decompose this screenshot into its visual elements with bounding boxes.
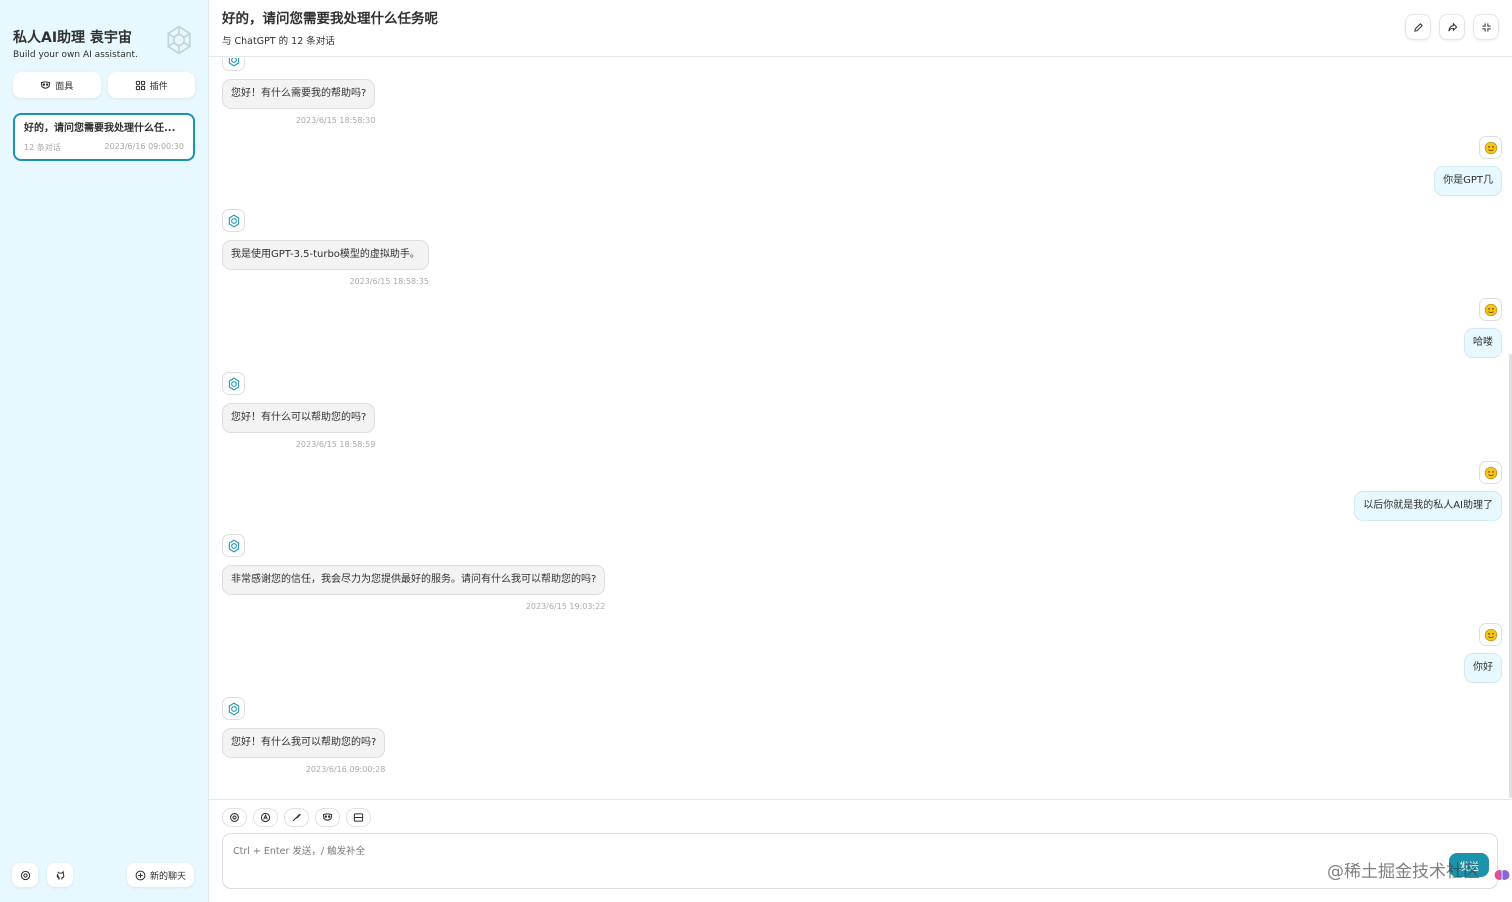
bot-avatar <box>222 372 245 395</box>
message-time: 2023/6/15 18:58:30 <box>295 116 376 125</box>
openai-logo-icon <box>228 214 239 227</box>
brain-icon[interactable] <box>1494 867 1510 883</box>
sidebar-tools: 面具 插件 <box>13 72 195 98</box>
message-user: 以后你就是我的私人AI助理了 <box>1354 461 1502 521</box>
chat-settings-button[interactable] <box>222 808 247 827</box>
message-bot: 您好！有什么需要我的帮助吗? 2023/6/15 18:58:30 <box>222 58 376 125</box>
sidebar-header: 私人AI助理 袁宇宙 Build your own AI assistant. <box>13 0 195 72</box>
message-bubble: 你好 <box>1464 653 1502 683</box>
new-chat-label: 新的聊天 <box>149 871 186 882</box>
bot-avatar <box>222 209 245 232</box>
prompt-button[interactable] <box>284 808 309 827</box>
edit-title-button[interactable] <box>1405 14 1431 40</box>
openai-logo-icon <box>228 58 239 66</box>
composer: Ctrl + Enter 发送，/ 触发补全 发送 @稀土掘金技术社区 <box>209 799 1512 902</box>
new-chat-button[interactable]: 新的聊天 <box>126 863 194 887</box>
break-icon <box>353 813 364 822</box>
openai-logo-icon <box>228 702 239 715</box>
chat-subtitle: 与 ChatGPT 的 12 条对话 <box>222 36 335 47</box>
mask-icon <box>41 80 51 89</box>
chat-item-count: 12 条对话 <box>24 143 61 152</box>
chat-item-time: 2023/6/16 09:00:30 <box>104 142 185 151</box>
message-bubble: 哈喽 <box>1464 328 1502 358</box>
mask-button[interactable] <box>315 808 340 827</box>
clear-context-button[interactable] <box>346 808 371 827</box>
chat-list-item[interactable]: 好的，请问您需要我处理什么任... 12 条对话 2023/6/16 09:00… <box>13 113 195 161</box>
user-avatar <box>1479 623 1502 646</box>
header-actions <box>1405 14 1499 40</box>
prompt-icon <box>292 813 301 822</box>
chat-input-placeholder: Ctrl + Enter 发送，/ 触发补全 <box>233 846 366 857</box>
message-bubble: 您好！有什么需要我的帮助吗? <box>222 79 376 109</box>
share-button[interactable] <box>1439 14 1465 40</box>
sidebar: 私人AI助理 袁宇宙 Build your own AI assistant. … <box>0 0 209 902</box>
message-bubble: 以后你就是我的私人AI助理了 <box>1354 491 1502 521</box>
pencil-icon <box>1413 22 1423 32</box>
smiley-icon <box>1484 141 1497 154</box>
watermark: @稀土掘金技术社区 <box>1327 862 1480 882</box>
message-time: 2023/6/15 18:58:35 <box>349 277 429 286</box>
message-user: 你是GPT几 <box>1434 136 1502 196</box>
user-avatar <box>1479 298 1502 321</box>
fullscreen-button[interactable] <box>1473 14 1499 40</box>
message-bubble: 您好！有什么我可以帮助您的吗? <box>222 728 386 758</box>
message-time: 2023/6/16 09:00:28 <box>305 765 386 774</box>
bot-avatar <box>222 534 245 557</box>
openai-logo-icon <box>228 539 239 552</box>
message-bot: 您好！有什么可以帮助您的吗? 2023/6/15 18:58:59 <box>222 372 376 449</box>
settings-icon <box>230 813 239 822</box>
message-bot: 我是使用GPT-3.5-turbo模型的虚拟助手。 2023/6/15 18:5… <box>222 209 429 286</box>
chat-title: 好的，请问您需要我处理什么任务呢 <box>222 11 438 27</box>
app-window: 私人AI助理 袁宇宙 Build your own AI assistant. … <box>0 0 1512 902</box>
message-bot: 您好！有什么我可以帮助您的吗? 2023/6/16 09:00:28 <box>222 697 386 774</box>
masks-button[interactable]: 面具 <box>13 72 101 98</box>
message-user: 你好 <box>1464 623 1502 683</box>
openai-logo-icon <box>228 377 239 390</box>
message-bot: 非常感谢您的信任，我会尽力为您提供最好的服务。请问有什么我可以帮助您的吗? 20… <box>222 534 606 611</box>
settings-icon <box>20 870 30 880</box>
mask-icon <box>322 813 333 821</box>
message-bubble: 您好！有什么可以帮助您的吗? <box>222 403 376 433</box>
sidebar-footer: 新的聊天 <box>12 863 194 887</box>
chat-item-title: 好的，请问您需要我处理什么任... <box>24 123 176 134</box>
user-avatar <box>1479 136 1502 159</box>
openai-logo-icon <box>167 25 191 55</box>
chat-item-meta: 12 条对话 2023/6/16 09:00:30 <box>24 142 184 153</box>
smiley-icon <box>1484 466 1497 479</box>
plugins-button-label: 插件 <box>149 81 168 92</box>
collapse-icon <box>1481 22 1491 32</box>
auto-theme-icon <box>260 812 271 823</box>
plugin-icon <box>135 80 145 90</box>
user-avatar <box>1479 461 1502 484</box>
smiley-icon <box>1484 303 1497 316</box>
composer-toolbar <box>222 808 371 827</box>
bot-avatar <box>222 58 245 71</box>
message-bubble: 非常感谢您的信任，我会尽力为您提供最好的服务。请问有什么我可以帮助您的吗? <box>222 565 606 595</box>
github-button[interactable] <box>47 863 73 887</box>
message-time: 2023/6/15 18:58:59 <box>295 440 376 449</box>
message-user: 哈喽 <box>1464 298 1502 358</box>
github-icon <box>56 870 64 880</box>
message-bubble: 你是GPT几 <box>1434 166 1502 196</box>
settings-button[interactable] <box>12 863 38 887</box>
bot-avatar <box>222 697 245 720</box>
chat-input[interactable]: Ctrl + Enter 发送，/ 触发补全 发送 <box>222 833 1498 889</box>
smiley-icon <box>1484 628 1497 641</box>
theme-toggle-button[interactable] <box>253 808 278 827</box>
masks-button-label: 面具 <box>55 81 74 92</box>
message-bubble: 我是使用GPT-3.5-turbo模型的虚拟助手。 <box>222 240 429 270</box>
chat-header: 好的，请问您需要我处理什么任务呢 与 ChatGPT 的 12 条对话 <box>209 0 1512 57</box>
chat-panel: 好的，请问您需要我处理什么任务呢 与 ChatGPT 的 12 条对话 您好！有… <box>209 0 1512 902</box>
plugins-button[interactable]: 插件 <box>107 72 195 98</box>
share-icon <box>1447 22 1457 31</box>
message-list[interactable]: 您好！有什么需要我的帮助吗? 2023/6/15 18:58:30 你是GPT几… <box>209 58 1512 798</box>
message-time: 2023/6/15 19:03:22 <box>525 602 606 611</box>
plus-circle-icon <box>135 870 146 880</box>
